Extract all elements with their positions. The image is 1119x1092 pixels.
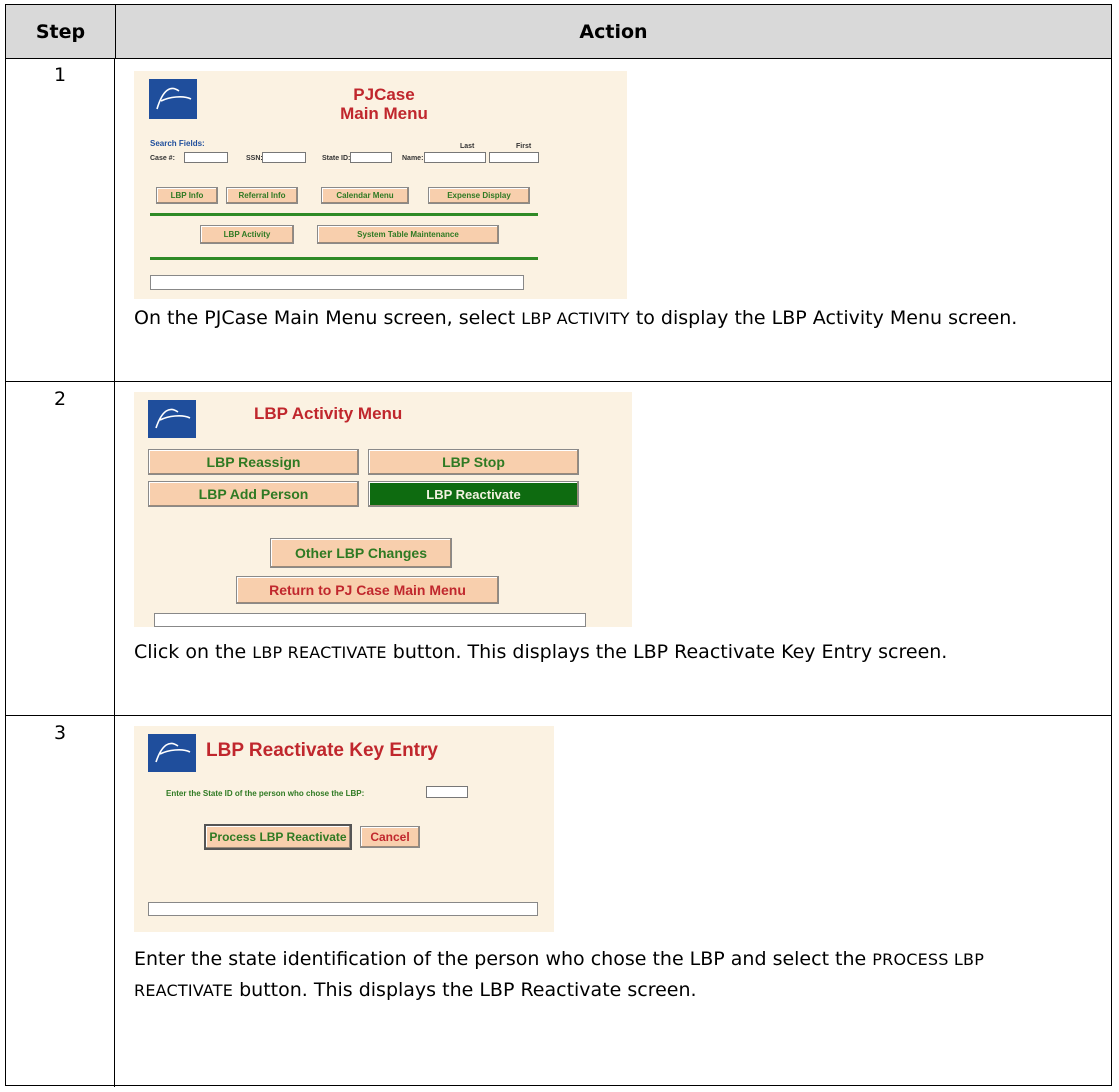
step-description: On the PJCase Main Menu screen, select L… [134,307,1018,329]
step-number: 2 [6,382,115,715]
lbp-reassign-button[interactable]: LBP Reassign [148,449,359,475]
table-row: 1 PJCase Main Menu Search Fields: Case #… [6,58,1111,382]
calendar-menu-button[interactable]: Calendar Menu [321,187,409,204]
state-id-label: State ID: [322,155,351,162]
lbp-add-person-button[interactable]: LBP Add Person [148,481,359,507]
step-number: 1 [6,58,115,381]
table-row: 3 LBP Reactivate Key Entry Enter the Sta… [6,716,1111,1087]
name-label: Name: [402,155,424,162]
reactivate-key-entry-screenshot: LBP Reactivate Key Entry Enter the State… [134,726,554,932]
step-number: 3 [6,716,115,1087]
header-action: Action [579,20,648,43]
procedure-table: Step Action 1 PJCase Main Menu Search Fi… [5,4,1112,1087]
status-bar [148,902,538,916]
action-cell: LBP Activity Menu LBP Reassign LBP Stop … [116,382,1111,715]
screen-title: LBP Reactivate Key Entry [206,740,438,761]
table-header: Step Action [6,5,1111,59]
process-lbp-reactivate-button[interactable]: Process LBP Reactivate [204,824,352,850]
divider [150,257,538,260]
return-to-main-menu-button[interactable]: Return to PJ Case Main Menu [236,576,499,604]
cancel-button[interactable]: Cancel [360,826,420,848]
last-label: Last [460,143,475,150]
referral-info-button[interactable]: Referral Info [226,187,298,204]
action-cell: LBP Reactivate Key Entry Enter the State… [116,716,1111,1087]
state-id-input[interactable] [426,786,468,798]
header-step: Step [6,5,116,58]
screen-title-line1: PJCase [353,85,415,104]
screen-title-line2: Main Menu [340,104,428,123]
promise-jobs-logo [148,734,196,772]
status-bar [150,275,524,290]
state-id-prompt: Enter the State ID of the person who cho… [166,789,365,798]
first-label: First [516,143,532,150]
ssn-label: SSN: [246,155,263,162]
promise-jobs-logo [148,400,196,438]
screen-title: LBP Activity Menu [254,404,403,423]
lbp-activity-button[interactable]: LBP Activity [200,225,294,244]
main-menu-screenshot: PJCase Main Menu Search Fields: Case #: … [134,71,627,299]
status-bar [154,613,586,627]
table-row: 2 LBP Activity Menu LBP Reassign LBP Sto… [6,382,1111,716]
system-table-maintenance-button[interactable]: System Table Maintenance [317,225,499,244]
action-cell: PJCase Main Menu Search Fields: Case #: … [116,58,1111,381]
promise-jobs-logo [149,79,197,119]
search-fields-label: Search Fields: [150,139,205,148]
state-id-input[interactable] [350,152,392,163]
other-lbp-changes-button[interactable]: Other LBP Changes [270,538,452,568]
divider [150,213,538,216]
ssn-input[interactable] [262,152,306,163]
lbp-reactivate-button[interactable]: LBP Reactivate [368,481,579,507]
case-label: Case #: [150,155,175,162]
last-name-input[interactable] [424,152,486,163]
lbp-stop-button[interactable]: LBP Stop [368,449,579,475]
lbp-activity-menu-screenshot: LBP Activity Menu LBP Reassign LBP Stop … [134,392,632,627]
step-description: Enter the state identification of the pe… [134,948,985,1001]
first-name-input[interactable] [489,152,539,163]
lbp-info-button[interactable]: LBP Info [156,187,218,204]
expense-display-button[interactable]: Expense Display [428,187,530,204]
case-number-input[interactable] [184,152,228,163]
step-description: Click on the LBP REACTIVATE button. This… [134,641,948,663]
